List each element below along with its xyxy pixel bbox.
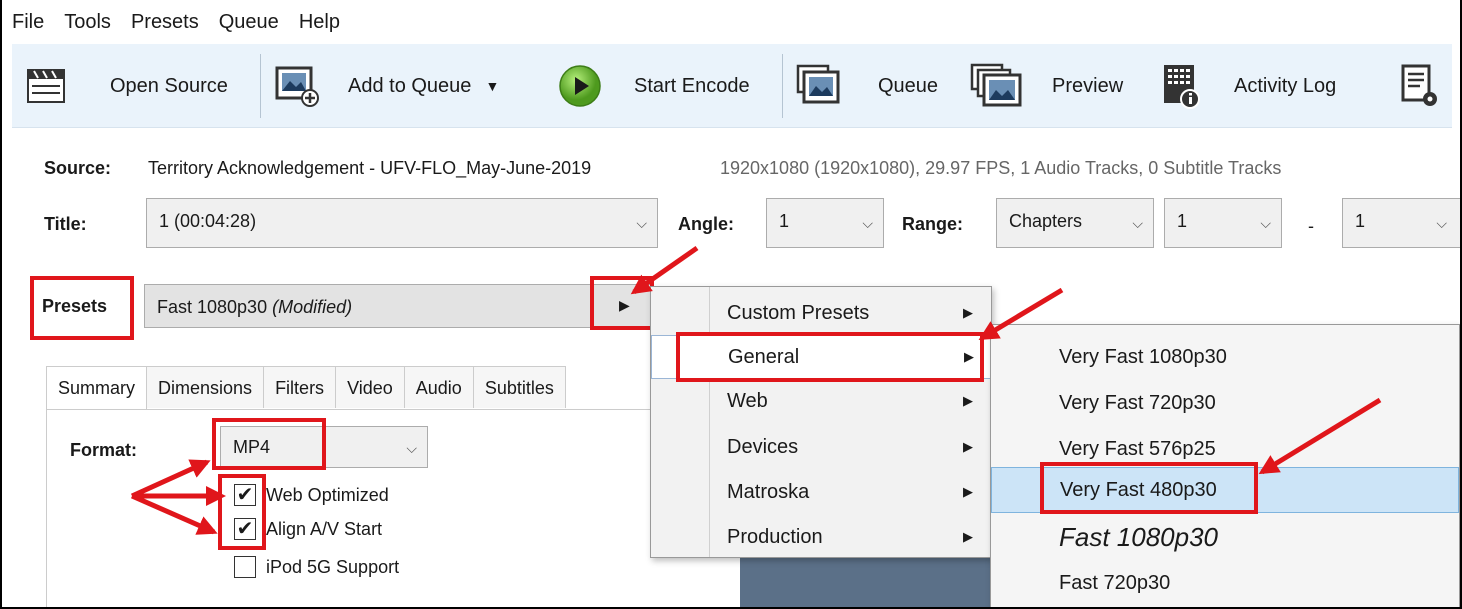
app-window: File Tools Presets Queue Help Open Sourc… <box>0 0 1462 609</box>
annotation-arrows <box>130 245 1382 535</box>
